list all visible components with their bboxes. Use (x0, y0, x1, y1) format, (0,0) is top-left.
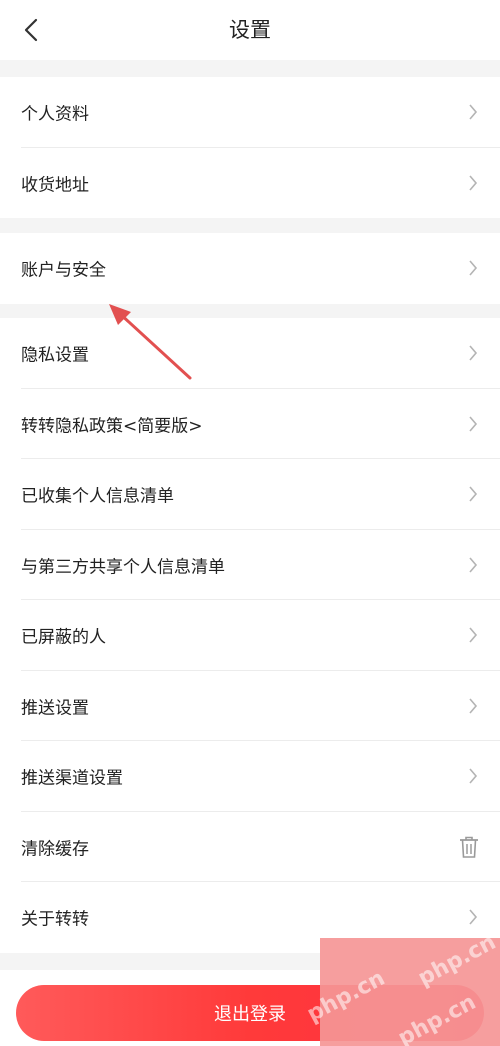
chevron-right-icon (469, 627, 478, 643)
chevron-right-icon (469, 698, 478, 714)
settings-item-push-channel[interactable]: 推送渠道设置 (0, 741, 500, 812)
nav-bar: 设置 (0, 0, 500, 60)
settings-item-push[interactable]: 推送设置 (0, 671, 500, 741)
settings-item-label: 推送渠道设置 (21, 768, 123, 789)
chevron-right-icon (469, 557, 478, 573)
settings-item-privacy[interactable]: 隐私设置 (0, 318, 500, 389)
settings-item-label: 清除缓存 (21, 839, 89, 860)
settings-item-clear-cache[interactable]: 清除缓存 (0, 812, 500, 882)
settings-item-address[interactable]: 收货地址 (0, 148, 500, 219)
chevron-right-icon (469, 104, 478, 120)
settings-item-profile[interactable]: 个人资料 (0, 77, 500, 148)
settings-item-label: 收货地址 (21, 175, 89, 196)
chevron-right-icon (469, 345, 478, 361)
watermark: php.cn php.cn php.cn (303, 930, 500, 1046)
page-title: 设置 (229, 18, 271, 42)
settings-item-account-security[interactable]: 账户与安全 (0, 233, 500, 304)
settings-item-label: 隐私设置 (21, 345, 89, 366)
settings-item-label: 账户与安全 (21, 260, 106, 281)
settings-item-label: 个人资料 (21, 104, 89, 125)
settings-item-blocked-users[interactable]: 已屏蔽的人 (0, 600, 500, 671)
chevron-right-icon (469, 486, 478, 502)
settings-group-privacy: 隐私设置 转转隐私政策<简要版> 已收集个人信息清单 与第三方共享个人信息清单 … (0, 318, 500, 953)
settings-item-privacy-policy[interactable]: 转转隐私政策<简要版> (0, 389, 500, 459)
watermark-text: php.cn (414, 929, 500, 992)
settings-item-label: 已收集个人信息清单 (21, 486, 174, 507)
chevron-right-icon (469, 909, 478, 925)
settings-item-label: 与第三方共享个人信息清单 (21, 557, 225, 578)
settings-item-label: 转转隐私政策<简要版> (21, 416, 203, 437)
settings-item-label: 已屏蔽的人 (21, 627, 106, 648)
chevron-right-icon (469, 768, 478, 784)
settings-item-label: 关于转转 (21, 909, 89, 930)
settings-group-account: 账户与安全 (0, 233, 500, 304)
chevron-right-icon (469, 260, 478, 276)
settings-item-label: 推送设置 (21, 698, 89, 719)
settings-group-profile: 个人资料 收货地址 (0, 77, 500, 218)
chevron-right-icon (469, 416, 478, 432)
chevron-right-icon (469, 175, 478, 191)
trash-icon[interactable] (458, 835, 480, 859)
watermark-text: php.cn (394, 989, 481, 1046)
settings-item-collected-info[interactable]: 已收集个人信息清单 (0, 459, 500, 530)
settings-item-shared-info[interactable]: 与第三方共享个人信息清单 (0, 530, 500, 600)
